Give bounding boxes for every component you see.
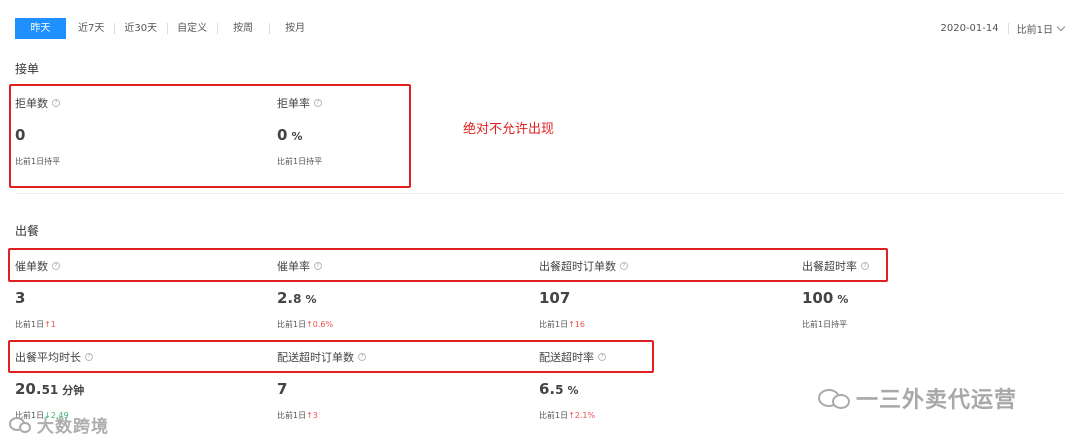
metric-comparison: 比前1日↑16 — [539, 319, 789, 329]
metric-unit: % — [567, 384, 579, 397]
tab-last-30-days[interactable]: 近30天 — [114, 18, 167, 39]
metric-value: 7 — [277, 380, 527, 398]
comparison-prefix: 比前1日 — [539, 411, 569, 420]
highlight-box — [8, 248, 888, 282]
tab-last-7-days[interactable]: 近7天 — [68, 18, 114, 39]
comparison-value: 1 — [50, 320, 56, 329]
tab-by-month[interactable]: 按月 — [269, 18, 321, 39]
tab-yesterday[interactable]: 昨天 — [15, 18, 66, 39]
comparison-arrow: ↑ — [568, 320, 575, 329]
metric-value: 2. 8% — [277, 289, 527, 307]
annotation-text: 绝对不允许出现 — [463, 122, 555, 137]
compare-select-value: 比前1日 — [1016, 25, 1053, 36]
section-title-accept: 接单 — [15, 62, 40, 76]
metric-unit: 分钟 — [62, 384, 85, 397]
comparison-value: 0.6% — [312, 320, 334, 329]
watermark-right: 一三外卖代运营 — [818, 382, 1017, 414]
tab-by-week[interactable]: 按周 — [217, 18, 269, 39]
metric-unit: % — [305, 293, 317, 306]
metric-value-int: 3 — [15, 289, 26, 307]
comparison-prefix: 比前1日 — [15, 320, 45, 329]
metric-value-decimal: 8 — [293, 292, 302, 306]
section-divider — [15, 193, 1064, 194]
metric-value-decimal: 51 — [41, 383, 59, 397]
comparison-value: 16 — [574, 320, 585, 329]
metric-value-int: 100 — [802, 289, 834, 307]
metric-comparison: 比前1日持平 — [802, 319, 1052, 329]
wechat-icon — [9, 415, 33, 435]
comparison-arrow: ↑ — [306, 411, 313, 420]
watermark-left-text: 大数跨境 — [37, 417, 109, 437]
watermark-right-text: 一三外卖代运营 — [856, 388, 1018, 413]
comparison-arrow: ↑ — [306, 320, 313, 329]
comparison-arrow: ↑ — [44, 320, 51, 329]
comparison-arrow: ↑ — [568, 411, 575, 420]
metric-value: 100% — [802, 289, 1052, 307]
tab-custom[interactable]: 自定义 — [167, 18, 217, 39]
comparison-prefix: 比前1日 — [539, 320, 569, 329]
metric-value-int: 20. — [15, 380, 42, 398]
comparison-value: 3 — [312, 411, 318, 420]
metric-value-int: 6. — [539, 380, 556, 398]
metric-value-int: 2. — [277, 289, 294, 307]
date-compare-bar: 2020-01-14 比前1日 — [940, 21, 1066, 36]
metric-comparison: 比前1日↑1 — [15, 319, 265, 329]
metric-value-int: 107 — [539, 289, 571, 307]
metric-comparison: 比前1日↑3 — [277, 410, 527, 420]
highlight-box — [9, 84, 411, 188]
divider — [1007, 23, 1009, 34]
metric-value: 6. 5% — [539, 380, 789, 398]
watermark-left: 大数跨境 — [9, 412, 109, 437]
metric-value: 3 — [15, 289, 265, 307]
comparison-prefix: 比前1日 — [277, 320, 307, 329]
metric-unit: % — [837, 293, 849, 306]
comparison-prefix: 比前1日持平 — [802, 320, 848, 329]
metric-value: 107 — [539, 289, 789, 307]
metric-value-int: 7 — [277, 380, 288, 398]
metric-comparison: 比前1日↑2.1% — [539, 410, 789, 420]
selected-date: 2020-01-14 — [940, 23, 999, 34]
highlight-box — [8, 340, 654, 373]
comparison-prefix: 比前1日 — [277, 411, 307, 420]
metric-comparison: 比前1日↑0.6% — [277, 319, 527, 329]
wechat-icon — [818, 385, 852, 411]
metric-value-decimal: 5 — [555, 383, 564, 397]
chevron-down-icon — [1056, 22, 1066, 32]
compare-select[interactable]: 比前1日 — [1016, 21, 1066, 36]
metric-value: 20. 51 分钟 — [15, 380, 265, 398]
comparison-value: 2.1% — [574, 411, 596, 420]
date-range-tabs: 昨天 近7天 近30天 自定义 按周 按月 — [15, 18, 321, 39]
section-title-meal: 出餐 — [15, 224, 40, 238]
